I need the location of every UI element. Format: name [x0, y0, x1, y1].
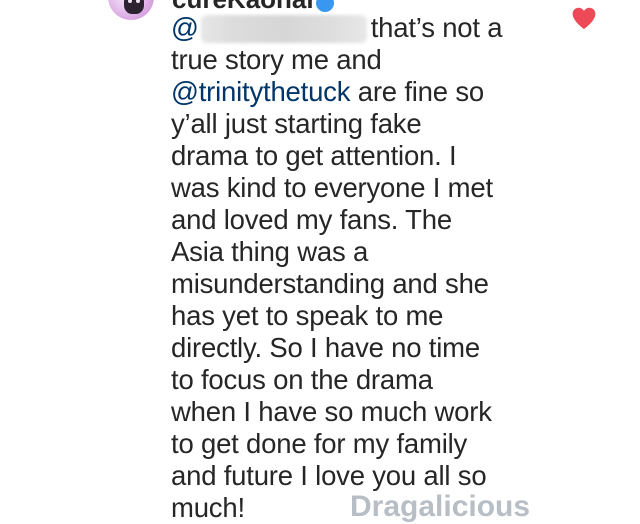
- verified-badge-icon: [316, 0, 334, 12]
- comment-line-11: directly. So I have no time: [171, 332, 480, 363]
- watermark: Dragalicious: [350, 490, 531, 523]
- comment-line-8: Asia thing was a: [171, 236, 369, 267]
- comment-line-1: @ that’s not a: [171, 12, 531, 44]
- comment-line-15: and future I love you all so: [171, 460, 487, 491]
- mention-trinitythetuck[interactable]: @trinitythetuck: [171, 76, 350, 107]
- comment-line-2: true story me and: [171, 44, 382, 75]
- comment-text-1: that’s not a: [370, 12, 503, 43]
- comment-text-3: are fine so: [357, 76, 484, 107]
- comment-line-5: drama to get attention. I: [171, 140, 457, 171]
- redacted-username: [200, 15, 367, 43]
- comment-line-12: to focus on the drama: [171, 364, 433, 395]
- comment-line-6: was kind to everyone I met: [171, 172, 493, 203]
- comment-line-3: @trinitythetuck are fine so: [171, 76, 531, 108]
- heart-icon[interactable]: [571, 6, 597, 30]
- comment-line-7: and loved my fans. The: [171, 204, 452, 235]
- avatar-face: [124, 0, 144, 14]
- comment-line-4: y’all just starting fake: [171, 108, 422, 139]
- comment-line-9: misunderstanding and she: [171, 268, 489, 299]
- mention-at[interactable]: @: [171, 12, 199, 43]
- comment-line-10: has yet to speak to me: [171, 300, 444, 331]
- comment-line-13: when I have so much work: [171, 396, 492, 427]
- comment-line-14: to get done for my family: [171, 428, 468, 459]
- avatar[interactable]: [108, 0, 154, 20]
- comment-body: @ that’s not a true story me and @trinity…: [171, 12, 531, 524]
